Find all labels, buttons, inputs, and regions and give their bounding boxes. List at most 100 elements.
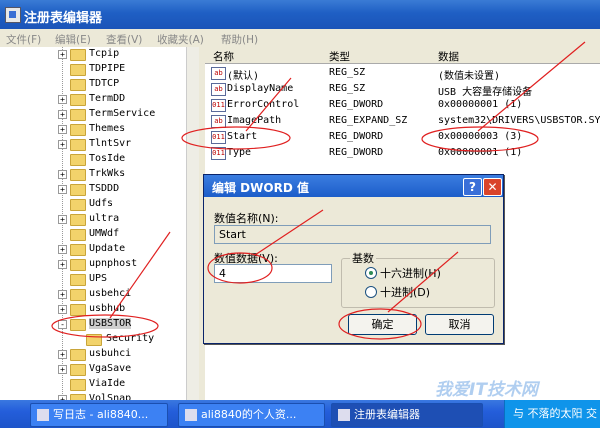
cancel-button[interactable]: 取消 [425, 314, 494, 335]
column-header-type[interactable]: 类型 [329, 49, 350, 64]
tree-item[interactable]: + usbhub [0, 302, 190, 317]
taskbar-item-profile-label: ali8840的个人资... [201, 408, 297, 421]
decimal-radio[interactable] [365, 286, 377, 298]
folder-icon [70, 304, 86, 316]
tree-item-label: usbehci [89, 288, 132, 299]
list-header: 名称 类型 数据 [205, 47, 600, 64]
collapse-icon[interactable]: - [58, 320, 67, 329]
value-type-cell: REG_DWORD [329, 131, 384, 142]
expand-icon[interactable]: + [58, 215, 67, 224]
tree-item-label: TlntSvr [89, 138, 132, 149]
help-button[interactable]: ? [463, 178, 482, 196]
tree-item[interactable]: + upnphost [0, 257, 190, 272]
tree-item[interactable]: + ultra [0, 212, 190, 227]
value-row[interactable]: 011 Start REG_DWORD 0x00000003 (3) [205, 129, 600, 145]
tree-item-label: UMWdf [89, 228, 120, 239]
menu-view[interactable]: 查看(V) [106, 32, 142, 47]
taskbar-item-regedit[interactable]: 注册表编辑器 [331, 403, 483, 427]
folder-icon [70, 244, 86, 256]
edit-dword-dialog: 编辑 DWORD 值 ? ✕ 数值名称(N): Start 数值数据(V): 4… [203, 174, 504, 344]
tree-item-label: ultra [89, 213, 120, 224]
tree-scrollbar[interactable] [186, 47, 200, 400]
column-header-data[interactable]: 数据 [438, 49, 459, 64]
expand-icon[interactable]: + [58, 365, 67, 374]
folder-icon [70, 274, 86, 286]
tree-item[interactable]: + usbehci [0, 287, 190, 302]
value-name-cell: (默认) [227, 71, 260, 82]
tree-item[interactable]: Udfs [0, 197, 190, 212]
ok-button[interactable]: 确定 [348, 314, 417, 335]
tree-item[interactable]: + VolSnap [0, 392, 190, 400]
folder-icon [70, 229, 86, 241]
expand-icon[interactable]: + [58, 350, 67, 359]
value-name-label: 数值名称(N): [214, 212, 279, 225]
tree-item[interactable]: + VgaSave [0, 362, 190, 377]
folder-icon [70, 214, 86, 226]
tree-item[interactable]: TDPIPE [0, 62, 190, 77]
dialog-title: 编辑 DWORD 值 [212, 181, 309, 195]
tree-item[interactable]: UPS [0, 272, 190, 287]
value-name-field: Start [214, 225, 491, 244]
registry-tree[interactable]: + Tcpip TDPIPE TDTCP + TermDD + TermService + The… [0, 47, 199, 400]
tree-item[interactable]: + usbuhci [0, 347, 190, 362]
expand-icon[interactable]: + [58, 170, 67, 179]
value-row[interactable]: ab DisplayName REG_SZ USB 大容量存储设备 [205, 81, 600, 98]
binary-value-icon: 011 [211, 147, 226, 160]
tree-item-label: USBSTOR [89, 318, 132, 329]
expand-icon[interactable]: + [58, 140, 67, 149]
tree-item[interactable]: + TermDD [0, 92, 190, 107]
value-data-cell: (数值未设置) [438, 71, 501, 82]
menu-favorites[interactable]: 收藏夹(A) [157, 32, 204, 47]
taskbar-item-blog[interactable]: 写日志 - ali8840... [30, 403, 168, 427]
column-header-name[interactable]: 名称 [213, 49, 234, 64]
tree-item[interactable]: TDTCP [0, 77, 190, 92]
tree-item-label: ViaIde [89, 378, 126, 389]
tree-item[interactable]: + TSDDD [0, 182, 190, 197]
decimal-radio-label[interactable]: 十进制(D) [380, 284, 430, 300]
value-row[interactable]: 011 Type REG_DWORD 0x00000001 (1) [205, 145, 600, 161]
folder-icon [70, 379, 86, 391]
expand-icon[interactable]: + [58, 125, 67, 134]
menu-edit[interactable]: 编辑(E) [55, 32, 91, 47]
tree-item[interactable]: - USBSTOR [0, 317, 190, 332]
expand-icon[interactable]: + [58, 110, 67, 119]
expand-icon[interactable]: + [58, 185, 67, 194]
tree-item[interactable]: ViaIde [0, 377, 190, 392]
value-name-cell: Start [227, 131, 258, 142]
expand-icon[interactable]: + [58, 260, 67, 269]
tree-item[interactable]: + TrkWks [0, 167, 190, 182]
folder-icon [70, 154, 86, 166]
value-row[interactable]: 011 ErrorControl REG_DWORD 0x00000001 (1) [205, 97, 600, 113]
tree-item[interactable]: + Themes [0, 122, 190, 137]
tree-item[interactable]: + TlntSvr [0, 137, 190, 152]
close-button[interactable]: ✕ [483, 178, 502, 196]
taskbar-item-profile[interactable]: ali8840的个人资... [178, 403, 325, 427]
folder-icon [70, 199, 86, 211]
tree-item[interactable]: UMWdf [0, 227, 190, 242]
menu-file[interactable]: 文件(F) [6, 32, 41, 47]
value-row[interactable]: ab (默认) REG_SZ (数值未设置) [205, 65, 600, 82]
expand-icon[interactable]: + [58, 290, 67, 299]
value-data-input[interactable]: 4 [214, 264, 332, 283]
expand-icon[interactable]: + [58, 95, 67, 104]
folder-icon [70, 259, 86, 271]
menu-help[interactable]: 帮助(H) [221, 32, 258, 47]
tree-item[interactable]: + Update [0, 242, 190, 257]
string-value-icon: ab [211, 115, 226, 128]
tree-item[interactable]: Security [0, 332, 190, 347]
tree-item-label: TDTCP [89, 78, 120, 89]
expand-icon[interactable]: + [58, 305, 67, 314]
tree-item[interactable]: + TermService [0, 107, 190, 122]
tree-item-label: Update [89, 243, 126, 254]
value-data-cell: 0x00000001 (1) [438, 99, 523, 110]
expand-icon[interactable]: + [58, 50, 67, 59]
tree-item[interactable]: TosIde [0, 152, 190, 167]
tree-item[interactable]: + Tcpip [0, 47, 190, 62]
hex-radio[interactable] [365, 267, 377, 279]
value-row[interactable]: ab ImagePath REG_EXPAND_SZ system32\DRIVERS… [205, 113, 600, 129]
folder-icon [70, 49, 86, 61]
system-tray[interactable]: 与 不落的太阳 交 [504, 400, 600, 428]
tree-item-label: Themes [89, 123, 126, 134]
expand-icon[interactable]: + [58, 245, 67, 254]
hex-radio-label[interactable]: 十六进制(H) [380, 265, 441, 281]
